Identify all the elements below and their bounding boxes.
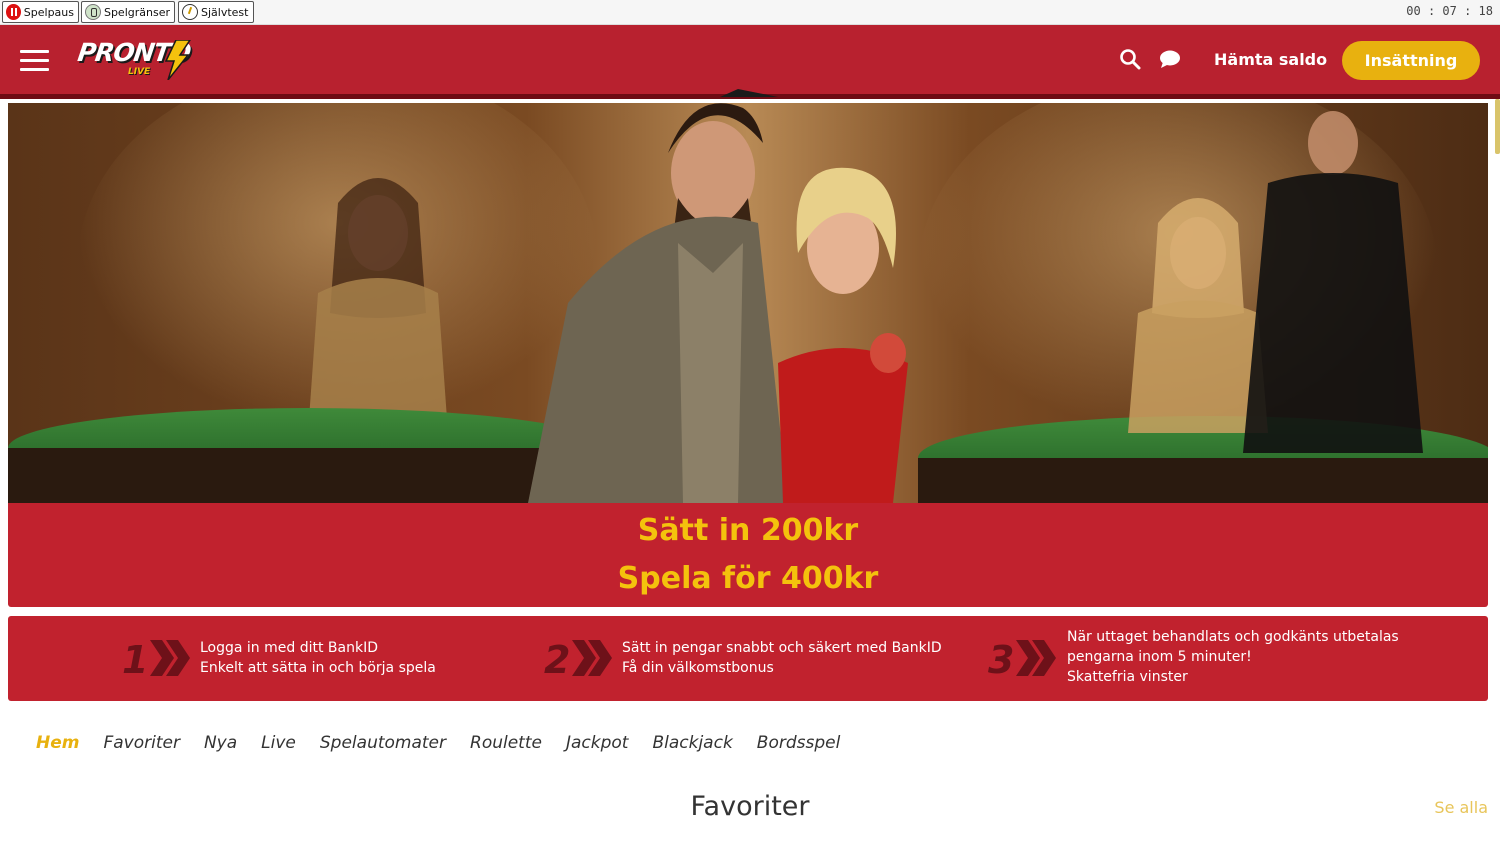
tab-roulette[interactable]: Roulette (470, 733, 542, 757)
step-line: Skattefria vinster (1067, 669, 1188, 685)
spelpaus-button[interactable]: Spelpaus (2, 1, 79, 23)
deposit-button[interactable]: Insättning (1342, 41, 1480, 80)
tab-bordsspel[interactable]: Bordsspel (757, 733, 841, 757)
responsible-gaming-bar: Spelpaus Spelgränser Självtest 00 : 07 :… (0, 0, 1500, 25)
spelgranser-button[interactable]: Spelgränser (81, 1, 175, 23)
search-icon[interactable] (1119, 48, 1141, 70)
step-line: Logga in med ditt BankID (200, 640, 379, 656)
welcome-offer-caption: Sätt in 200kr Spela för 400kr (8, 503, 1488, 607)
step-text: Logga in med ditt BankID Enkelt att sätt… (200, 638, 436, 678)
step-line: pengarna inom 5 minuter! (1067, 649, 1252, 665)
how-it-works-steps: 1 Logga in med ditt BankID Enkelt att sä… (8, 616, 1488, 701)
lightning-bolt-icon (164, 40, 191, 80)
offer-line-1: Sätt in 200kr (637, 513, 859, 548)
sjalvtest-button[interactable]: Självtest (178, 1, 254, 23)
tab-hem[interactable]: Hem (36, 733, 79, 757)
spelpaus-label: Spelpaus (23, 5, 74, 19)
session-clock: 00 : 07 : 18 (1406, 4, 1493, 18)
fetch-balance-link[interactable]: Hämta saldo (1214, 50, 1327, 69)
step-line: Enkelt att sätta in och börja spela (200, 660, 436, 676)
offer-line-2: Spela för 400kr (617, 561, 879, 596)
step-line: När uttaget behandlats och godkänts utbe… (1067, 629, 1399, 645)
step-text: När uttaget behandlats och godkänts utbe… (1067, 627, 1399, 687)
pronto-live-logo[interactable]: PRONTO LIVE (76, 38, 198, 82)
tab-live[interactable]: Live (261, 733, 296, 757)
step-number: 2 (544, 638, 571, 682)
step-text: Sätt in pengar snabbt och säkert med Ban… (622, 638, 942, 678)
spelgranser-label: Spelgränser (103, 5, 170, 19)
double-chevron-icon (150, 640, 190, 676)
double-chevron-icon (1016, 640, 1056, 676)
double-chevron-icon (572, 640, 612, 676)
chat-icon[interactable] (1158, 49, 1182, 69)
step-line: Få din välkomstbonus (622, 660, 774, 676)
step-line: Sätt in pengar snabbt och säkert med Ban… (622, 640, 942, 656)
tab-spelautomater[interactable]: Spelautomater (320, 733, 446, 757)
tab-blackjack[interactable]: Blackjack (652, 733, 732, 757)
logo-sub: LIVE (128, 67, 151, 77)
page-scrollbar[interactable] (1495, 99, 1500, 154)
tab-jackpot[interactable]: Jackpot (566, 733, 628, 757)
self-test-icon (182, 4, 198, 20)
limits-icon (85, 4, 101, 20)
hero-banner-image (8, 103, 1488, 503)
section-title: Favoriter (690, 791, 810, 822)
pause-icon (6, 4, 21, 20)
tab-favoriter[interactable]: Favoriter (103, 733, 179, 757)
menu-icon[interactable] (20, 48, 50, 74)
tab-nya[interactable]: Nya (204, 733, 237, 757)
step-number: 1 (122, 638, 149, 682)
sjalvtest-label: Självtest (201, 5, 249, 19)
header-notch (720, 89, 778, 97)
step-number: 3 (988, 638, 1015, 682)
game-category-tabs: Hem Favoriter Nya Live Spelautomater Rou… (36, 733, 864, 757)
see-all-link[interactable]: Se alla (1434, 798, 1488, 817)
